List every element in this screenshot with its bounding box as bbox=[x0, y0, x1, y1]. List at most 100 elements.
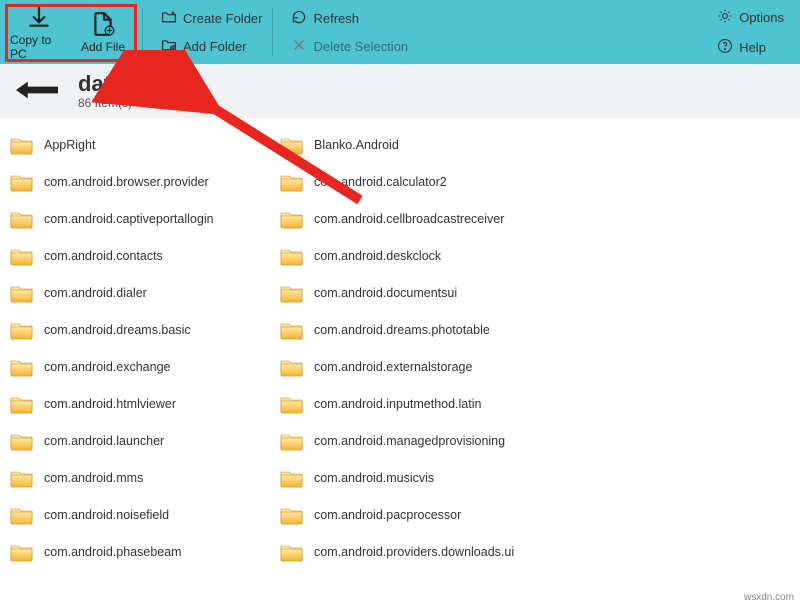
folder-item[interactable]: com.android.dreams.basic bbox=[6, 311, 276, 348]
folder-item[interactable]: com.android.mms bbox=[6, 459, 276, 496]
folder-icon bbox=[280, 542, 304, 562]
create-folder-label: Create Folder bbox=[183, 11, 262, 26]
folder-label: com.android.pacprocessor bbox=[314, 508, 461, 522]
toolbar-divider bbox=[272, 8, 273, 56]
folder-label: com.android.htmlviewer bbox=[44, 397, 176, 411]
refresh-label: Refresh bbox=[313, 11, 359, 26]
toolbar-divider bbox=[142, 8, 143, 56]
add-folder-label: Add Folder bbox=[183, 39, 247, 54]
add-file-button[interactable]: Add File bbox=[74, 6, 132, 58]
folder-item[interactable]: com.android.calculator2 bbox=[276, 163, 794, 200]
watermark: wsxdn.com bbox=[744, 592, 794, 603]
folder-icon bbox=[10, 542, 34, 562]
folder-item[interactable]: com.android.dialer bbox=[6, 274, 276, 311]
folder-icon bbox=[10, 357, 34, 377]
folder-label: AppRight bbox=[44, 138, 95, 152]
folder-item[interactable]: Blanko.Android bbox=[276, 126, 794, 163]
copy-to-pc-label: Copy to PC bbox=[10, 33, 68, 61]
folder-item[interactable]: com.android.htmlviewer bbox=[6, 385, 276, 422]
folder-label: com.android.providers.downloads.ui bbox=[314, 545, 514, 559]
folder-item[interactable]: com.android.externalstorage bbox=[276, 348, 794, 385]
add-folder-button[interactable]: Add Folder bbox=[161, 34, 262, 58]
folder-label: com.android.calculator2 bbox=[314, 175, 447, 189]
folder-item[interactable]: AppRight bbox=[6, 126, 276, 163]
folder-label: com.android.contacts bbox=[44, 249, 163, 263]
folder-label: com.android.dialer bbox=[44, 286, 147, 300]
folder-icon bbox=[280, 505, 304, 525]
folder-label: com.android.inputmethod.latin bbox=[314, 397, 481, 411]
folder-label: com.android.musicvis bbox=[314, 471, 434, 485]
folder-item[interactable]: com.android.dreams.phototable bbox=[276, 311, 794, 348]
folder-label: com.android.noisefield bbox=[44, 508, 169, 522]
back-button[interactable] bbox=[16, 80, 58, 103]
folder-label: com.android.launcher bbox=[44, 434, 164, 448]
help-icon bbox=[717, 38, 733, 57]
folder-icon bbox=[10, 135, 34, 155]
create-folder-button[interactable]: Create Folder bbox=[161, 6, 262, 30]
delete-icon bbox=[291, 37, 307, 56]
copy-to-pc-button[interactable]: Copy to PC bbox=[10, 6, 68, 58]
folder-label: com.android.browser.provider bbox=[44, 175, 209, 189]
folder-icon bbox=[280, 394, 304, 414]
refresh-button[interactable]: Refresh bbox=[291, 6, 408, 30]
folder-item[interactable]: com.android.contacts bbox=[6, 237, 276, 274]
folder-item[interactable]: com.android.noisefield bbox=[6, 496, 276, 533]
options-button[interactable]: Options bbox=[717, 5, 784, 29]
folder-label: com.android.documentsui bbox=[314, 286, 457, 300]
refresh-icon bbox=[291, 9, 307, 28]
folder-icon bbox=[280, 431, 304, 451]
gear-icon bbox=[717, 8, 733, 27]
folder-item[interactable]: com.android.inputmethod.latin bbox=[276, 385, 794, 422]
folder-label: com.android.externalstorage bbox=[314, 360, 472, 374]
arrow-left-icon bbox=[16, 88, 58, 103]
folder-icon bbox=[280, 209, 304, 229]
folder-item[interactable]: com.android.musicvis bbox=[276, 459, 794, 496]
delete-selection-label: Delete Selection bbox=[313, 39, 408, 54]
file-plus-icon bbox=[90, 11, 116, 40]
folder-item[interactable]: com.android.deskclock bbox=[276, 237, 794, 274]
folder-icon bbox=[10, 246, 34, 266]
page-title: data bbox=[78, 72, 132, 95]
folder-item[interactable]: com.android.providers.downloads.ui bbox=[276, 533, 794, 570]
folder-icon bbox=[10, 468, 34, 488]
folder-label: com.android.captiveportallogin bbox=[44, 212, 214, 226]
folder-icon bbox=[10, 283, 34, 303]
folder-plus-icon bbox=[161, 9, 177, 28]
folder-label: com.android.dreams.phototable bbox=[314, 323, 490, 337]
file-grid[interactable]: AppRight Blanko.Android com.android.brow… bbox=[0, 118, 800, 607]
folder-label: com.android.phasebeam bbox=[44, 545, 182, 559]
folder-icon bbox=[10, 505, 34, 525]
folder-icon bbox=[10, 394, 34, 414]
folder-icon bbox=[280, 283, 304, 303]
folder-item[interactable]: com.android.documentsui bbox=[276, 274, 794, 311]
help-label: Help bbox=[739, 40, 766, 55]
folder-item[interactable]: com.android.captiveportallogin bbox=[6, 200, 276, 237]
folder-icon bbox=[10, 172, 34, 192]
folder-icon bbox=[280, 320, 304, 340]
options-label: Options bbox=[739, 10, 784, 25]
folder-icon bbox=[280, 468, 304, 488]
folder-icon bbox=[280, 246, 304, 266]
folder-label: Blanko.Android bbox=[314, 138, 399, 152]
folder-label: com.android.cellbroadcastreceiver bbox=[314, 212, 504, 226]
folder-item[interactable]: com.android.launcher bbox=[6, 422, 276, 459]
toolbar: Copy to PC Add File Create Folder Add Fo… bbox=[0, 0, 800, 64]
download-icon bbox=[26, 4, 52, 33]
folder-icon bbox=[10, 320, 34, 340]
folder-item[interactable]: com.android.browser.provider bbox=[6, 163, 276, 200]
item-count: 86 Item(s) bbox=[78, 96, 132, 110]
folder-add-icon bbox=[161, 37, 177, 56]
folder-icon bbox=[280, 172, 304, 192]
breadcrumb: data 86 Item(s) bbox=[0, 64, 800, 118]
folder-icon bbox=[280, 357, 304, 377]
folder-item[interactable]: com.android.exchange bbox=[6, 348, 276, 385]
folder-label: com.android.mms bbox=[44, 471, 143, 485]
folder-item[interactable]: com.android.pacprocessor bbox=[276, 496, 794, 533]
folder-icon bbox=[280, 135, 304, 155]
delete-selection-button: Delete Selection bbox=[291, 34, 408, 58]
folder-item[interactable]: com.android.phasebeam bbox=[6, 533, 276, 570]
folder-item[interactable]: com.android.managedprovisioning bbox=[276, 422, 794, 459]
folder-label: com.android.exchange bbox=[44, 360, 170, 374]
folder-item[interactable]: com.android.cellbroadcastreceiver bbox=[276, 200, 794, 237]
help-button[interactable]: Help bbox=[717, 35, 784, 59]
